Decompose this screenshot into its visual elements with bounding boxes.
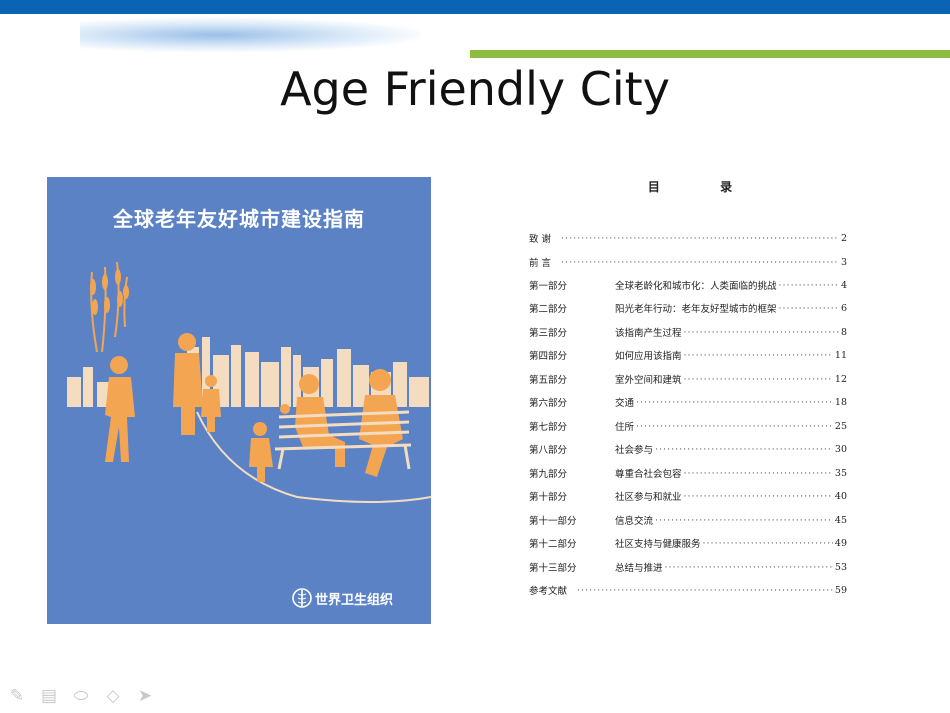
cover-illustration [67, 261, 431, 503]
toc-leader-dots: ········································… [683, 349, 833, 361]
toc-entry: 第十一部分 信息交流 ·······························… [529, 513, 847, 528]
slides-icon[interactable]: ▤ [38, 686, 60, 706]
toc-leader-dots: ········································… [683, 373, 833, 385]
toc-entry-title: 阳光老年行动：老年友好型城市的框架 [615, 304, 777, 315]
toc-entry-page: 25 [834, 420, 847, 432]
toc-entry-part: 第五部分 [529, 375, 568, 386]
slide-title: Age Friendly City [280, 62, 670, 116]
toc-leader-dots: ········································… [778, 279, 839, 291]
cover-title: 全球老年友好城市建设指南 [113, 207, 365, 231]
highlighter-icon[interactable]: ◇ [102, 686, 124, 706]
eraser-icon[interactable]: ⬭ [70, 686, 92, 706]
toc-entry: 第五部分 室外空间和建筑 ·····························… [529, 372, 847, 387]
toc-entry-part: 第十二部分 [529, 539, 577, 550]
toc-leader-dots: ········································… [636, 420, 833, 432]
toc-leader-dots: ········································… [664, 561, 833, 573]
toc-entry-title: 信息交流 [615, 516, 654, 527]
toc-entry-title: 社会参与 [615, 445, 654, 456]
toc-entry-title: 室外空间和建筑 [615, 375, 682, 386]
toc-entry-page: 4 [840, 279, 847, 291]
toc-entry-part: 第七部分 [529, 422, 568, 433]
header-glow [80, 18, 420, 52]
toc-entry-title: 社区支持与健康服务 [615, 539, 701, 550]
toc-entry-title: 住所 [615, 422, 635, 433]
toc-entry-page: 59 [834, 584, 847, 596]
toc-entry: 前 言 ·····································… [529, 255, 847, 270]
toc-entry: 第四部分 如何应用该指南 ·····························… [529, 348, 847, 363]
toc-entry-page: 2 [840, 232, 847, 244]
toc-entry-page: 53 [834, 561, 847, 573]
accent-bar [470, 50, 950, 58]
guide-cover-image: 全球老年友好城市建设指南 世界卫生组织 [47, 177, 431, 624]
toc-entry-title: 如何应用该指南 [615, 351, 682, 362]
toc-entry-title: 交通 [615, 398, 635, 409]
toc-entry-part: 第十一部分 [529, 516, 577, 527]
toc-leader-dots: ········································… [683, 490, 833, 502]
toc-entry-part: 参考文献 [529, 586, 568, 597]
toc-entry: 第九部分 尊重合社会包容 ·····························… [529, 466, 847, 481]
toc-leader-dots: ········································… [683, 467, 833, 479]
toc-entry-page: 11 [834, 349, 847, 361]
toc-entry: 第十三部分 总结与推进 ······························… [529, 560, 847, 575]
toc-entry: 第一部分 全球老龄化和城市化：人类面临的挑战···················… [529, 278, 847, 293]
toc-entry-page: 12 [834, 373, 847, 385]
toc-entry-part: 第六部分 [529, 398, 568, 409]
pen-icon[interactable]: ✎ [6, 686, 28, 706]
toc-entry-part: 前 言 [529, 258, 552, 269]
toc-entry-part: 第二部分 [529, 304, 568, 315]
toc-entry-page: 6 [840, 302, 847, 314]
toc-entry-part: 第四部分 [529, 351, 568, 362]
toc-entry-page: 49 [834, 537, 847, 549]
toc-entry: 致 谢 ·····································… [529, 231, 847, 246]
toc-entry-part: 第一部分 [529, 281, 568, 292]
toc-entry: 参考文献 ····································… [529, 583, 847, 598]
toc-heading: 目 录 [647, 180, 761, 194]
toc-entry-page: 30 [834, 443, 847, 455]
toc-entry: 第十二部分 社区支持与健康服务 ··························… [529, 536, 847, 551]
toc-leader-dots: ········································… [702, 537, 833, 549]
toc-entry: 第八部分 社会参与 ································… [529, 442, 847, 457]
toc-entry-part: 第十部分 [529, 492, 568, 503]
toc-entry-title: 全球老龄化和城市化：人类面临的挑战 [615, 281, 777, 292]
pointer-icon[interactable]: ➤ [134, 686, 156, 706]
toc-leader-dots: ········································… [577, 584, 833, 596]
toc-entry: 第三部分 该指南产生过程 ·····························… [529, 325, 847, 340]
toc-entry: 第十部分 社区参与和就业 ·····························… [529, 489, 847, 504]
toc-entry: 第六部分 交通 ··································… [529, 395, 847, 410]
toc-entry-part: 第九部分 [529, 469, 568, 480]
toc-leader-dots: ········································… [655, 514, 833, 526]
toc-entry-part: 第十三部分 [529, 563, 577, 574]
toc-entry-title: 社区参与和就业 [615, 492, 682, 503]
toc-entry-part: 第八部分 [529, 445, 568, 456]
toc-entry-title: 总结与推进 [615, 563, 663, 574]
top-bar [0, 0, 950, 14]
toc-entry-part: 致 谢 [529, 234, 552, 245]
toc-entry-page: 3 [840, 256, 847, 268]
toc-leader-dots: ········································… [636, 396, 833, 408]
slideshow-toolbar: ✎ ▤ ⬭ ◇ ➤ [6, 686, 156, 706]
toc-leader-dots: ········································… [561, 256, 839, 268]
toc-leader-dots: ········································… [683, 326, 839, 338]
table-of-contents: 目 录 致 谢 ·································… [525, 178, 855, 597]
toc-entry-title: 该指南产生过程 [615, 328, 682, 339]
toc-entry: 第二部分 阳光老年行动：老年友好型城市的框架···················… [529, 301, 847, 316]
toc-leader-dots: ········································… [655, 443, 833, 455]
cover-publisher: 世界卫生组织 [315, 593, 394, 608]
toc-entry: 第七部分 住所 ··································… [529, 419, 847, 434]
toc-leader-dots: ········································… [561, 232, 839, 244]
toc-leader-dots: ········································… [778, 302, 839, 314]
toc-entry-title: 尊重合社会包容 [615, 469, 682, 480]
toc-entry-page: 18 [834, 396, 847, 408]
toc-entry-page: 45 [834, 514, 847, 526]
who-emblem-icon [292, 588, 312, 608]
toc-entry-page: 8 [840, 326, 847, 338]
toc-entry-page: 35 [834, 467, 847, 479]
toc-entry-part: 第三部分 [529, 328, 568, 339]
toc-entry-page: 40 [834, 490, 847, 502]
